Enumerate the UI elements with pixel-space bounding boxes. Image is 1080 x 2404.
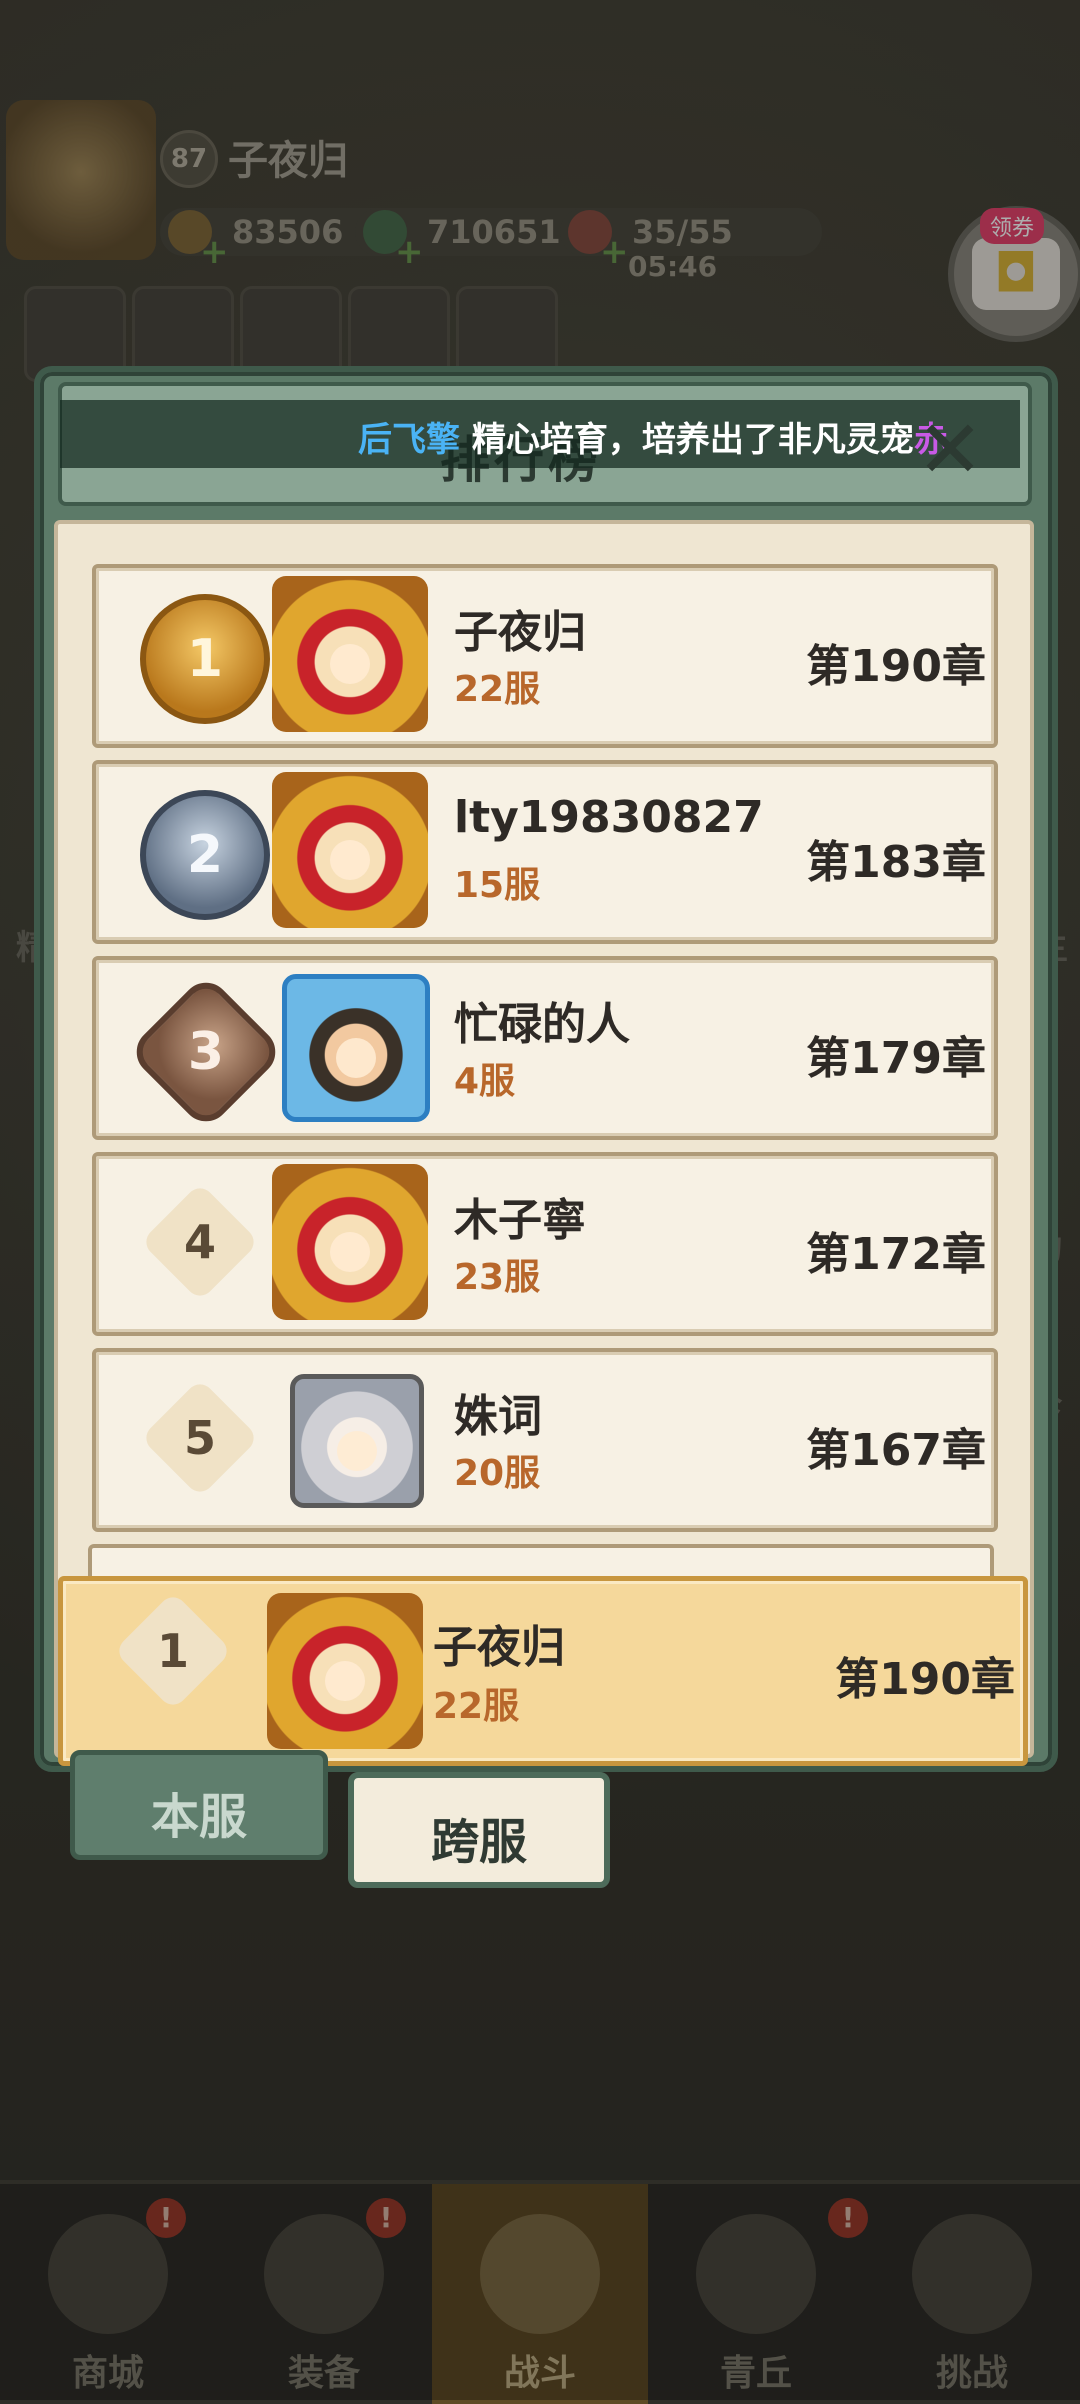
rank-number: 4 bbox=[183, 1215, 216, 1269]
ranking-server: 23服 bbox=[454, 1257, 541, 1298]
player-avatar-icon[interactable] bbox=[272, 576, 428, 732]
rank-number: 2 bbox=[186, 825, 224, 885]
ranking-server: 4服 bbox=[454, 1061, 516, 1102]
close-icon[interactable]: ✕ bbox=[910, 410, 990, 490]
ranking-player-name: 姝词 bbox=[454, 1391, 542, 1442]
ranking-row[interactable]: 2 lty19830827 15服 第183章 bbox=[92, 760, 998, 944]
ranking-row[interactable]: 3 忙碌的人 4服 第179章 bbox=[92, 956, 998, 1140]
ranking-chapter: 第183章 bbox=[806, 837, 986, 888]
player-avatar-icon[interactable] bbox=[272, 772, 428, 928]
my-rank-number: 1 bbox=[156, 1624, 189, 1678]
ranking-server: 20服 bbox=[454, 1453, 541, 1494]
ranking-chapter: 第190章 bbox=[806, 641, 986, 692]
ranking-player-name: 子夜归 bbox=[454, 607, 586, 658]
ranking-row[interactable]: 4 木子寧 23服 第172章 bbox=[92, 1152, 998, 1336]
player-avatar-icon[interactable] bbox=[282, 974, 430, 1122]
rank-number: 1 bbox=[186, 629, 224, 689]
ranking-chapter: 第172章 bbox=[806, 1229, 986, 1280]
silver-medal-icon: 2 bbox=[140, 790, 270, 920]
player-avatar-icon[interactable] bbox=[272, 1164, 428, 1320]
ranking-row[interactable]: 1 子夜归 22服 第190章 bbox=[92, 564, 998, 748]
my-player-name: 子夜归 bbox=[433, 1622, 565, 1673]
ticker-player-name: 后飞擎 bbox=[358, 420, 460, 460]
my-ranking-row[interactable]: 1 子夜归 22服 第190章 bbox=[58, 1576, 1028, 1766]
ranking-player-name: 忙碌的人 bbox=[454, 999, 630, 1050]
rank-number: 5 bbox=[183, 1411, 216, 1465]
my-chapter: 第190章 bbox=[835, 1654, 1015, 1705]
ranking-server: 22服 bbox=[454, 669, 541, 710]
my-avatar-icon[interactable] bbox=[267, 1593, 423, 1749]
ranking-chapter: 第179章 bbox=[806, 1033, 986, 1084]
ranking-chapter: 第167章 bbox=[806, 1425, 986, 1476]
my-server: 22服 bbox=[433, 1686, 520, 1727]
ticker-message: 精心培育，培养出了非凡灵宠 bbox=[460, 420, 914, 460]
broadcast-ticker: 后飞擎 精心培育，培养出了非凡灵宠赤 bbox=[60, 400, 1020, 468]
ranking-player-name: lty19830827 bbox=[454, 792, 764, 843]
tab-local-label: 本服 bbox=[150, 1789, 247, 1845]
player-avatar-icon[interactable] bbox=[290, 1374, 424, 1508]
rank-number: 3 bbox=[187, 1022, 225, 1082]
rank-diamond-icon: 1 bbox=[113, 1591, 233, 1711]
rank-diamond-icon: 5 bbox=[140, 1378, 260, 1498]
bronze-medal-icon: 3 bbox=[126, 972, 286, 1132]
rank-diamond-icon: 4 bbox=[140, 1182, 260, 1302]
gold-medal-icon: 1 bbox=[140, 594, 270, 724]
tab-cross-label: 跨服 bbox=[430, 1814, 527, 1870]
ranking-server: 15服 bbox=[454, 865, 541, 906]
tab-cross-server[interactable]: 跨服 bbox=[348, 1772, 610, 1888]
tab-local-server[interactable]: 本服 bbox=[70, 1750, 328, 1860]
ranking-player-name: 木子寧 bbox=[454, 1195, 586, 1246]
ranking-row[interactable]: 5 姝词 20服 第167章 bbox=[92, 1348, 998, 1532]
